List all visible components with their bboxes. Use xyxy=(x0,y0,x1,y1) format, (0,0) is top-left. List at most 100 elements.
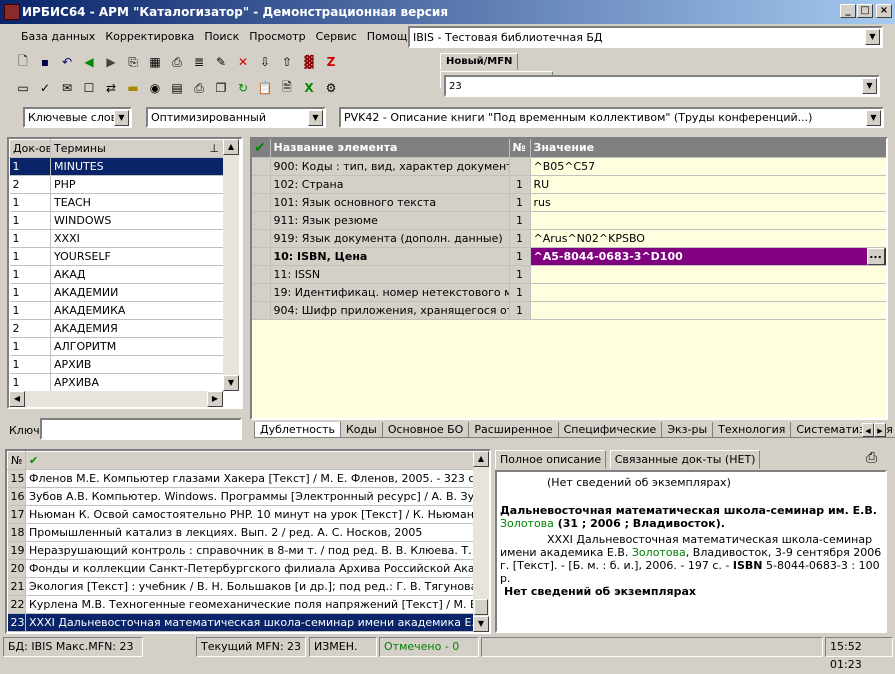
field-value[interactable]: ^Arus^N02^KPSBO xyxy=(530,229,886,248)
database-select[interactable]: IBIS - Тестовая библиотечная БД ▼ xyxy=(408,26,883,48)
delete-icon[interactable]: ✕ xyxy=(232,52,254,72)
grid-icon[interactable]: ▦ xyxy=(144,52,166,72)
chevron-down-icon[interactable]: ▼ xyxy=(308,110,323,126)
check-icon[interactable]: ✔ xyxy=(252,139,271,158)
term-row[interactable]: 1 WINDOWS xyxy=(9,211,224,230)
field-value[interactable]: rus xyxy=(530,193,886,212)
tab-linked-docs[interactable]: Связанные док-ты (НЕТ) xyxy=(609,450,761,469)
scroll-up-icon[interactable]: ▲ xyxy=(223,139,239,155)
term-row[interactable]: 1 XXXI xyxy=(9,229,224,248)
record-row[interactable]: 20 Фонды и коллекции Санкт-Петербургского… xyxy=(7,559,474,578)
field-row[interactable]: 919: Язык документа (дополн. данные) 1 ^Ar… xyxy=(252,229,886,248)
field-row[interactable]: 19: Идентификац. номер нетекстового мате… xyxy=(252,283,886,302)
editor-tab[interactable]: Коды xyxy=(339,422,383,438)
field-value[interactable] xyxy=(530,283,886,302)
editor-tab[interactable]: Технология xyxy=(712,422,792,438)
record-row[interactable]: 17 Ньюман К. Освой самостоятельно PHP. 10… xyxy=(7,505,474,524)
menu-database[interactable]: База данных xyxy=(21,30,95,46)
terms-header-count[interactable]: Док-ов xyxy=(9,139,51,158)
tab-left-icon[interactable]: ◀ xyxy=(862,423,874,437)
list-icon[interactable]: ≣ xyxy=(188,52,210,72)
record-row[interactable]: 23 XXXI Дальневосточная математическая шк… xyxy=(7,613,474,632)
terms-header-term[interactable]: Термины ⊥ xyxy=(50,139,224,158)
mfn-select[interactable]: 23 ▼ xyxy=(444,75,880,97)
menu-help[interactable]: Помощь xyxy=(367,30,414,46)
field-row-marker[interactable] xyxy=(252,265,271,284)
term-row[interactable]: 1 АКАДЕМИКА xyxy=(9,301,224,320)
printer-icon[interactable]: ⎙ xyxy=(188,78,210,98)
field-value[interactable] xyxy=(530,301,886,320)
field-row[interactable]: 904: Шифр приложения, хранящегося отдель… xyxy=(252,301,886,320)
field-row[interactable]: 101: Язык основного текста 1 rus xyxy=(252,193,886,212)
editor-tab[interactable]: Дублетность xyxy=(254,422,341,438)
menu-service[interactable]: Сервис xyxy=(316,30,357,46)
z-icon[interactable]: Z xyxy=(320,52,342,72)
scroll-down-icon[interactable]: ▼ xyxy=(223,375,239,391)
chevron-down-icon[interactable]: ▼ xyxy=(114,110,129,126)
view-icon[interactable]: ◉ xyxy=(144,78,166,98)
editor-tab[interactable]: Расширенное xyxy=(468,422,559,438)
stack-icon[interactable]: ▤ xyxy=(166,78,188,98)
record-row[interactable]: 18 Промышленный катализ в лекциях. Вып. 2… xyxy=(7,523,474,542)
record-row[interactable]: 19 Неразрушающий контроль : справочник в … xyxy=(7,541,474,560)
field-row[interactable]: 10: ISBN, Цена 1 ^A5-8044-0683-3^D100... xyxy=(252,247,886,266)
menu-edit[interactable]: Корректировка xyxy=(105,30,194,46)
pages-icon[interactable]: ❐ xyxy=(210,78,232,98)
field-row[interactable]: 11: ISSN 1 xyxy=(252,265,886,284)
terms-scrollbar[interactable] xyxy=(223,139,239,391)
excel-icon[interactable]: X xyxy=(298,78,320,98)
settings-icon[interactable]: ⚙ xyxy=(320,78,342,98)
refresh-icon[interactable]: ↻ xyxy=(232,78,254,98)
check-icon[interactable]: ✓ xyxy=(34,78,56,98)
record-row[interactable]: 21 Экология [Текст] : учебник / В. Н. Бол… xyxy=(7,577,474,596)
field-row-marker[interactable] xyxy=(252,301,271,320)
record-row[interactable]: 15 Фленов М.Е. Компьютер глазами Хакера [… xyxy=(7,469,474,488)
term-row[interactable]: 1 АРХИВА xyxy=(9,373,224,392)
records-header-num[interactable]: № xyxy=(7,451,26,470)
field-row-marker[interactable] xyxy=(252,211,271,230)
records-header-mark[interactable]: ✔ xyxy=(25,451,474,470)
search-mode-select[interactable]: Ключевые слова ▼ xyxy=(23,107,132,128)
undo-icon[interactable]: ↶ xyxy=(56,52,78,72)
term-row[interactable]: 1 TEACH xyxy=(9,193,224,212)
folder-icon[interactable]: ▬ xyxy=(122,78,144,98)
field-row-marker[interactable] xyxy=(252,175,271,194)
chat-icon[interactable]: ☐ xyxy=(78,78,100,98)
tab-new-mfn[interactable]: Новый/MFN xyxy=(440,53,519,70)
worksheet-select[interactable]: PVK42 - Описание книги "Под временным ко… xyxy=(339,107,884,128)
term-row[interactable]: 1 АКАДЕМИИ xyxy=(9,283,224,302)
field-row-marker[interactable] xyxy=(252,229,271,248)
menu-search[interactable]: Поиск xyxy=(204,30,239,46)
optimization-select[interactable]: Оптимизированный ▼ xyxy=(146,107,326,128)
term-row[interactable]: 1 MINUTES xyxy=(9,157,224,176)
edit-icon[interactable]: ✎ xyxy=(210,52,232,72)
copy-icon[interactable]: ⎘ xyxy=(122,52,144,72)
term-row[interactable]: 1 АЛГОРИТМ xyxy=(9,337,224,356)
tab-full-description[interactable]: Полное описание xyxy=(495,450,607,469)
editor-tab[interactable]: Экз-ры xyxy=(661,422,714,438)
minimize-button[interactable]: _ xyxy=(840,4,856,18)
chevron-down-icon[interactable]: ▼ xyxy=(866,110,881,126)
field-row[interactable]: 911: Язык резюме 1 xyxy=(252,211,886,230)
editor-tab[interactable]: Основное БО xyxy=(381,422,470,438)
book-icon[interactable]: ▓ xyxy=(298,52,320,72)
move-icon[interactable]: ⇄ xyxy=(100,78,122,98)
key-input[interactable] xyxy=(40,418,242,440)
pin-icon[interactable]: ⊥ xyxy=(209,142,219,155)
field-value[interactable]: RU xyxy=(530,175,886,194)
field-value[interactable] xyxy=(530,211,886,230)
clipboard-icon[interactable]: 📋 xyxy=(254,78,276,98)
field-row-marker[interactable] xyxy=(252,157,271,176)
field-value[interactable] xyxy=(530,265,886,284)
field-row[interactable]: 102: Страна 1 RU xyxy=(252,175,886,194)
term-row[interactable]: 2 PHP xyxy=(9,175,224,194)
mail-icon[interactable]: ✉ xyxy=(56,78,78,98)
scroll-up-icon[interactable]: ▲ xyxy=(473,451,489,467)
terms-hscrollbar[interactable]: ◀ ▶ xyxy=(9,391,223,407)
doc-icon[interactable]: 🗎 xyxy=(276,78,298,98)
field-row[interactable]: 900: Коды : тип, вид, характер документа… xyxy=(252,157,886,176)
scroll-thumb[interactable] xyxy=(474,599,488,615)
record-row[interactable]: 16 Зубов А.В. Компьютер. Windows. Програм… xyxy=(7,487,474,506)
save-icon[interactable]: ▪ xyxy=(34,52,56,72)
new-doc-icon[interactable]: 🗋 xyxy=(12,52,34,72)
